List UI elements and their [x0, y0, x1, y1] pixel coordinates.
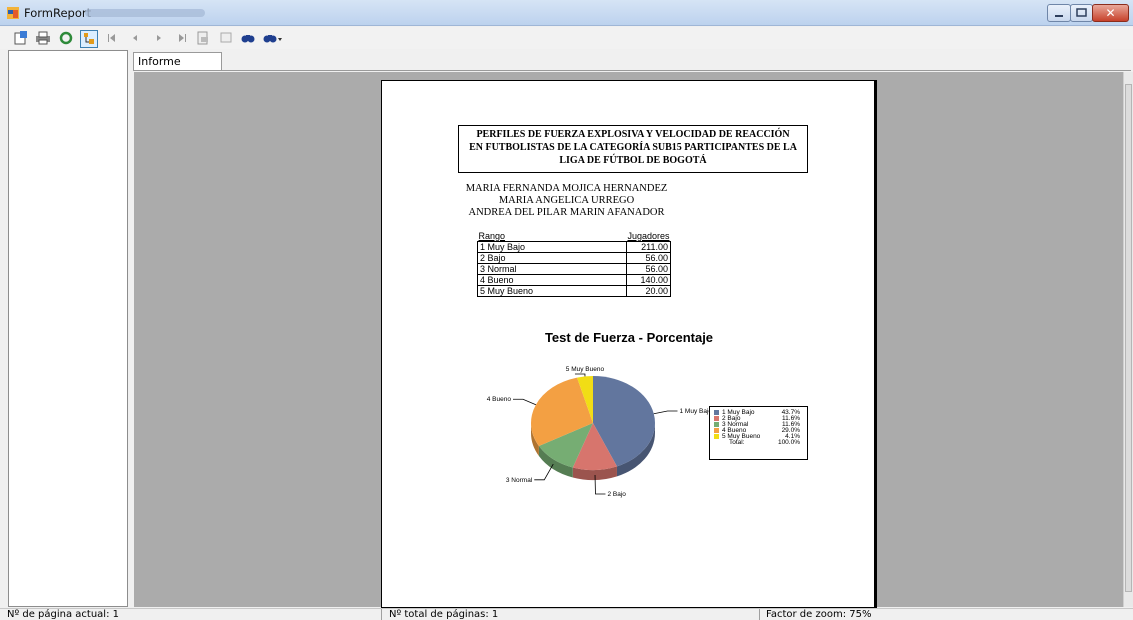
page-setup-icon[interactable] [195, 30, 211, 46]
pie-label: 5 Muy Bueno [566, 366, 605, 373]
author-name: MARIA ANGELICA URREGO [498, 195, 635, 206]
tab-divider [133, 70, 1131, 71]
title-bar: FormReport ✕ [0, 0, 1133, 26]
legend-swatch [714, 422, 719, 427]
refresh-icon[interactable] [58, 30, 74, 46]
table-cell: 56.00 [625, 263, 672, 275]
first-page-icon[interactable] [104, 30, 120, 46]
table-row: 3 Normal 56.00 [477, 263, 672, 275]
table-header-row: Rango Jugadores [478, 230, 671, 242]
current-page-status: Nº de página actual: 1 [7, 609, 119, 620]
scrollbar-thumb[interactable] [1125, 84, 1132, 592]
vertical-scrollbar[interactable] [1123, 72, 1133, 607]
legend-swatch [714, 428, 719, 433]
leader-line [574, 373, 586, 377]
title-redacted [85, 9, 205, 17]
total-pages-status: Nº total de páginas: 1 [389, 609, 499, 620]
chart-legend: 1 Muy Bajo 43.7% 2 Bajo 11.6% 3 Normal 11.6… [709, 406, 808, 460]
export-icon[interactable] [13, 30, 29, 46]
report-title: PERFILES DE FUERZA EXPLOSIVA Y VELOCIDAD… [458, 125, 808, 173]
chart-title: Test de Fuerza - Porcentaje [544, 330, 714, 345]
legend-total-percent: 100.0% [777, 439, 800, 446]
ranges-table: Rango Jugadores 1 Muy Bajo 211.00 2 Bajo 5… [477, 230, 672, 297]
report-title-line: PERFILES DE FUERZA EXPLOSIVA Y VELOCIDAD… [476, 129, 790, 140]
tab-informe-principal[interactable]: Informe principal [133, 52, 222, 85]
table-cell: 20.00 [625, 285, 672, 297]
find-next-icon[interactable] [262, 30, 284, 46]
table-cell: 5 Muy Bueno [477, 285, 627, 297]
legend-swatch [714, 434, 719, 439]
next-page-icon[interactable] [151, 30, 167, 46]
form-icon [7, 7, 19, 19]
report-title-line: LIGA DE FÚTBOL DE BOGOTÁ [559, 155, 707, 166]
table-cell: 4 Bueno [477, 274, 627, 286]
window-title: FormReport [24, 6, 92, 20]
close-icon: ✕ [1105, 6, 1116, 20]
document-map-icon[interactable] [80, 30, 98, 48]
previous-page-icon[interactable] [127, 30, 143, 46]
column-header-jugadores: Jugadores [627, 230, 670, 241]
legend-swatch [714, 410, 719, 415]
table-cell: 1 Muy Bajo [477, 241, 627, 253]
author-name: ANDREA DEL PILAR MARIN AFANADOR [468, 207, 665, 218]
maximize-button[interactable] [1070, 4, 1093, 22]
report-toolbar [0, 27, 1133, 49]
pie-label: 3 Normal [506, 477, 533, 484]
report-title-line: EN FUTBOLISTAS DE LA CATEGORÍA SUB15 PAR… [469, 142, 797, 153]
status-divider [381, 609, 382, 620]
table-cell: 2 Bajo [477, 252, 627, 264]
maximize-icon [1076, 8, 1087, 17]
pie-label: 1 Muy Bajo [680, 408, 713, 415]
legend-swatch [714, 416, 719, 421]
table-cell: 140.00 [625, 274, 672, 286]
pie-label: 2 Bajo [607, 491, 626, 498]
table-cell: 3 Normal [477, 263, 627, 275]
pie-label: 4 Bueno [487, 396, 512, 403]
table-cell: 56.00 [625, 252, 672, 264]
minimize-icon [1055, 15, 1063, 17]
zoom-status: Factor de zoom: 75% [766, 609, 872, 620]
column-header-rango: Rango [478, 230, 506, 241]
find-icon[interactable] [240, 30, 256, 46]
leader-line [653, 410, 678, 415]
table-cell: 211.00 [625, 241, 672, 253]
table-row: 1 Muy Bajo 211.00 [477, 241, 672, 253]
legend-total-label: Total: [729, 439, 745, 446]
status-bar: Nº de página actual: 1 Nº total de págin… [0, 608, 1133, 620]
document-map-panel[interactable] [8, 50, 128, 607]
legend-total: Total: 100.0% [714, 439, 804, 446]
print-layout-icon[interactable] [218, 30, 234, 46]
table-row: 2 Bajo 56.00 [477, 252, 672, 264]
status-divider [759, 609, 760, 620]
window-controls: ✕ [1047, 4, 1129, 23]
leader-line [512, 398, 537, 406]
author-name: MARIA FERNANDA MOJICA HERNANDEZ [465, 183, 668, 194]
table-row: 5 Muy Bueno 20.00 [477, 285, 672, 297]
close-button[interactable]: ✕ [1092, 4, 1129, 22]
print-icon[interactable] [35, 30, 51, 46]
minimize-button[interactable] [1047, 4, 1071, 22]
table-row: 4 Bueno 140.00 [477, 274, 672, 286]
last-page-icon[interactable] [174, 30, 190, 46]
